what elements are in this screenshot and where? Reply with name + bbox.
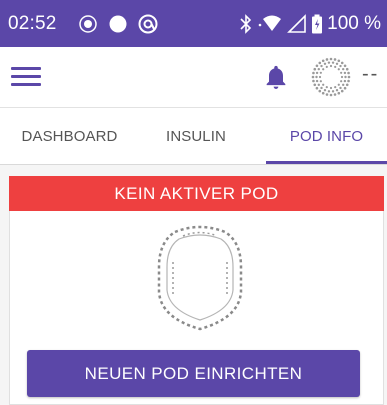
status-left-icons <box>77 13 159 35</box>
app-bar: -- <box>0 47 387 108</box>
status-placeholder: -- <box>362 63 380 85</box>
signal-icon <box>287 14 306 33</box>
notification-dot-icon <box>79 15 97 33</box>
hamburger-menu-icon[interactable] <box>11 67 41 89</box>
battery-icon <box>312 14 323 34</box>
app-sync-icon <box>138 14 158 34</box>
status-time: 02:52 <box>8 13 57 34</box>
wifi-icon <box>258 15 282 31</box>
status-right-icons: 100 % <box>239 12 381 36</box>
no-active-pod-banner: KEIN AKTIVER POD <box>9 176 384 211</box>
pod-status-dial-icon[interactable] <box>311 57 351 97</box>
pod-outline-icon <box>157 225 243 331</box>
tab-insulin[interactable]: INSULIN <box>150 108 242 164</box>
bluetooth-icon <box>240 14 252 34</box>
setup-new-pod-button[interactable]: NEUEN POD EINRICHTEN <box>27 350 360 397</box>
status-bar: 02:52 100 % <box>0 0 387 47</box>
circle-icon <box>109 15 127 33</box>
bell-icon[interactable] <box>262 63 290 91</box>
tab-pod-info[interactable]: POD INFO <box>266 108 387 164</box>
battery-percent: 100 % <box>327 13 381 34</box>
tab-dashboard[interactable]: DASHBOARD <box>13 108 126 164</box>
tab-bar: DASHBOARD INSULIN POD INFO <box>0 108 387 165</box>
